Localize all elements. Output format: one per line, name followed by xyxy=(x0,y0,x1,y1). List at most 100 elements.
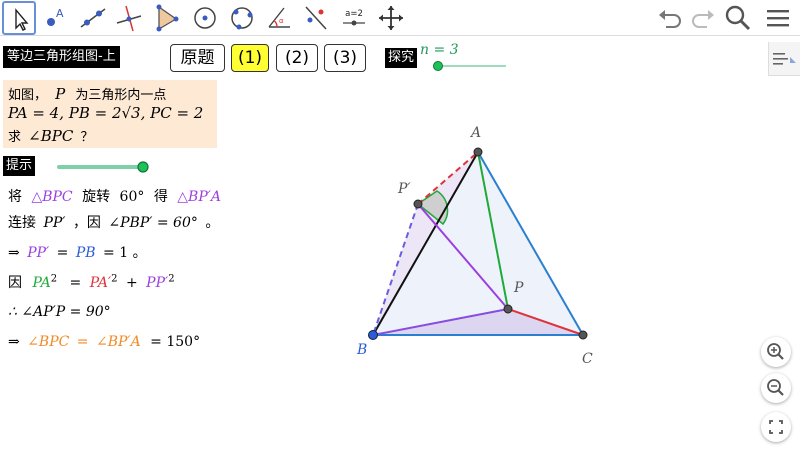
toolbar: A α a=2 xyxy=(0,0,800,36)
step-text: 连接 xyxy=(8,215,36,231)
slider-icon: a=2 xyxy=(343,9,365,26)
triangle-bpc-label: △BPC xyxy=(31,189,73,205)
n-slider-knob[interactable] xyxy=(433,61,443,71)
implies-symbol: ⇒ xyxy=(8,334,20,350)
redo-button[interactable] xyxy=(687,2,719,34)
angle-value: 60° xyxy=(119,189,145,205)
step-text: 将 xyxy=(8,189,22,205)
segment-pa-label: PA xyxy=(32,275,51,291)
step-text: 得 xyxy=(153,189,168,205)
conclusion-angle: ∴ ∠AP′P = 90° xyxy=(8,304,111,320)
plus-symbol: + xyxy=(125,275,138,291)
move-tool-button[interactable] xyxy=(2,1,36,35)
point-p-label: P xyxy=(55,85,66,103)
zoom-out-icon xyxy=(767,379,784,396)
step-1: 将 △BPC 旋转 60° 得 △BP′A xyxy=(8,186,221,206)
point-c[interactable] xyxy=(578,330,588,340)
hint-slider[interactable] xyxy=(55,160,155,174)
step-6: ⇒ ∠BPC = ∠BP′A = 150° xyxy=(8,334,200,350)
angle-tool-button[interactable]: α xyxy=(262,1,296,35)
equals-symbol: = xyxy=(76,334,89,350)
menu-button[interactable] xyxy=(762,2,794,34)
hint-slider-knob[interactable] xyxy=(137,161,149,173)
move-graphics-view-tool-button[interactable] xyxy=(374,1,408,35)
tab-label: (1) xyxy=(237,48,263,68)
zoom-in-button[interactable] xyxy=(761,337,791,367)
zoom-in-icon xyxy=(767,343,784,360)
segment-pp-label: PP′ xyxy=(43,215,66,231)
perpendicular-line-tool-button[interactable] xyxy=(112,1,146,35)
n-slider[interactable] xyxy=(432,60,508,72)
value-text: = 1 xyxy=(103,245,129,261)
label-p-prime: P′ xyxy=(397,181,411,197)
cursor-arrow-icon xyxy=(15,8,29,31)
style-bar-toggle-button[interactable] xyxy=(768,42,800,76)
problem-line-3: 求 ∠BPC ？ xyxy=(8,126,93,145)
redo-icon xyxy=(692,10,714,28)
slider-tool-button[interactable]: a=2 xyxy=(337,1,371,35)
triangle-bpa-label: △BP′A xyxy=(177,189,222,205)
angle-bpc-label: ∠BPC xyxy=(27,334,70,350)
n-slider-label: n = 3 xyxy=(420,42,459,58)
step-text: ，因 xyxy=(72,215,101,231)
fullscreen-button[interactable] xyxy=(761,412,791,442)
title-badge: 等边三角形组图-上 xyxy=(3,46,120,68)
angle-pbp-label: ∠PBP′ = 60° xyxy=(108,215,198,231)
zoom-out-button[interactable] xyxy=(761,373,791,403)
menu-icon xyxy=(767,10,789,27)
label-c: C xyxy=(582,351,593,367)
problem-line-1: 如图， P 为三角形内一点 xyxy=(8,84,166,103)
step-text: 。 xyxy=(132,245,147,261)
search-button[interactable] xyxy=(722,2,754,34)
fullscreen-icon xyxy=(769,420,783,434)
problem-text: 求 xyxy=(8,130,22,145)
search-icon xyxy=(725,5,751,31)
circle-three-points-tool-button[interactable] xyxy=(225,1,259,35)
perpendicular-icon xyxy=(116,5,142,32)
label-p: P xyxy=(513,280,524,296)
tab-label: (3) xyxy=(332,48,358,68)
circle-three-points-icon xyxy=(231,7,253,30)
tab-3[interactable]: (3) xyxy=(324,44,366,72)
move-cross-icon xyxy=(379,6,403,30)
step-5: ∴ ∠AP′P = 90° xyxy=(8,304,111,320)
point-icon: A xyxy=(47,7,64,26)
exponent: 2 xyxy=(168,273,175,285)
step-4: 因 PA2 = PA′2 + PP′2 xyxy=(8,272,175,292)
polygon-icon xyxy=(156,4,179,32)
tab-original[interactable]: 原题 xyxy=(170,44,225,72)
tab-2[interactable]: (2) xyxy=(276,44,318,72)
undo-icon xyxy=(659,10,681,28)
tab-label: (2) xyxy=(284,48,310,68)
point-tool-button[interactable]: A xyxy=(38,1,72,35)
hint-badge[interactable]: 提示 xyxy=(3,156,36,176)
angle-icon: α xyxy=(268,7,290,28)
equals-symbol: = xyxy=(69,275,82,291)
step-text: 旋转 xyxy=(82,189,111,205)
circle-center-icon xyxy=(194,7,216,29)
circle-center-tool-button[interactable] xyxy=(188,1,222,35)
problem-line-2: PA = 4, PB = 2√3, PC = 2 xyxy=(8,104,204,122)
problem-text: 为三角形内一点 xyxy=(75,88,167,103)
explore-badge[interactable]: 探究 xyxy=(385,48,418,68)
svg-text:A: A xyxy=(56,7,64,20)
reflect-tool-button[interactable] xyxy=(299,1,333,35)
point-p[interactable] xyxy=(503,304,513,314)
step-3: ⇒ PP′ = PB = 1 。 xyxy=(8,242,147,262)
equals-symbol: = xyxy=(56,245,69,261)
segment-pa-prime-label: PA′ xyxy=(89,275,112,291)
polygon-tool-button[interactable] xyxy=(149,1,183,35)
angle-bpc-label: ∠BPC xyxy=(28,127,74,145)
step-text: 因 xyxy=(8,275,22,291)
line-icon xyxy=(80,8,106,28)
problem-box: 如图， P 为三角形内一点 PA = 4, PB = 2√3, PC = 2 求… xyxy=(3,80,217,148)
point-a[interactable] xyxy=(473,147,483,157)
undo-button[interactable] xyxy=(654,2,686,34)
point-p-prime[interactable] xyxy=(413,199,423,209)
implies-symbol: ⇒ xyxy=(8,245,20,261)
line-tool-button[interactable] xyxy=(76,1,110,35)
tab-1[interactable]: (1) xyxy=(231,44,269,72)
geometry-canvas[interactable]: A B C P P′ xyxy=(340,110,640,370)
segment-pp-label: PP′ xyxy=(146,275,169,291)
point-b[interactable] xyxy=(368,330,378,340)
